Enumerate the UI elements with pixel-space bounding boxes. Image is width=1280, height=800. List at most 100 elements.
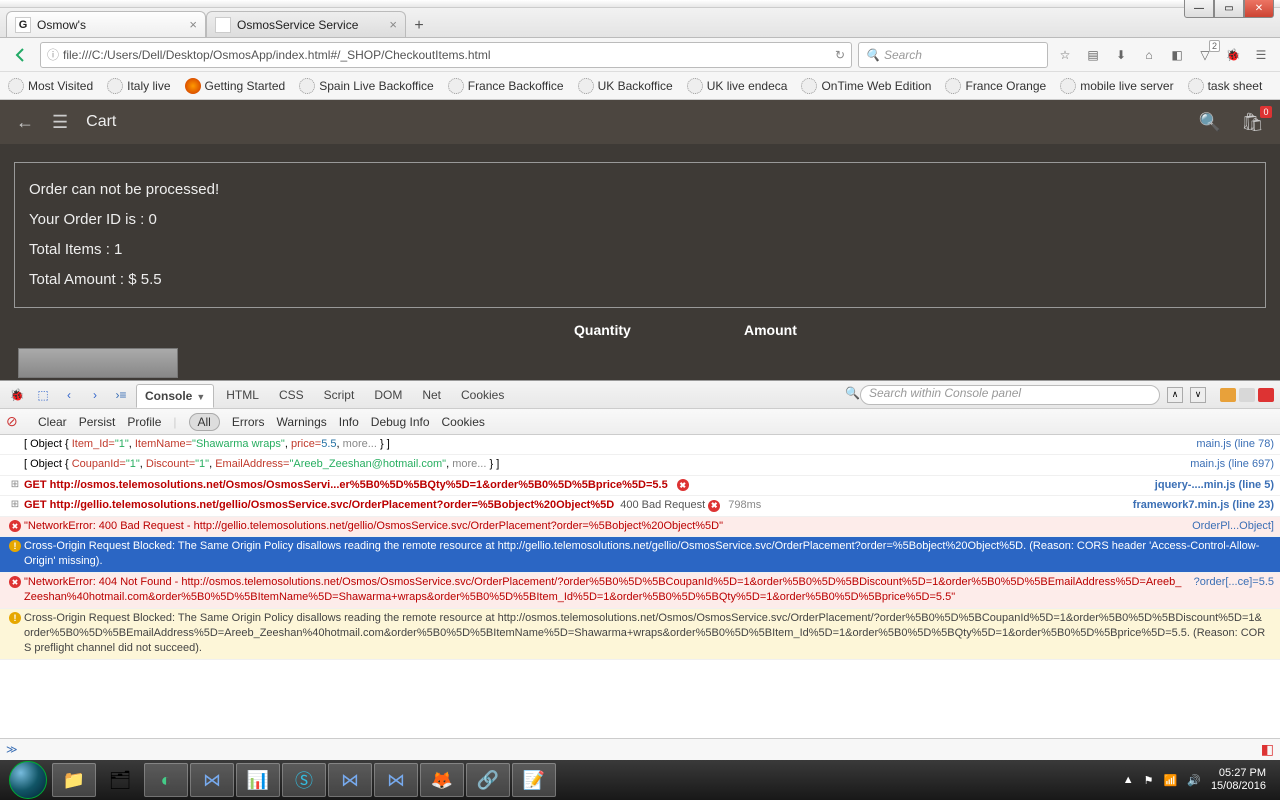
menu-icon[interactable]: ☰: [1250, 44, 1272, 66]
nav-back-icon[interactable]: ‹: [58, 384, 80, 406]
window-minimize-button[interactable]: —: [1184, 0, 1214, 18]
bookmark-item[interactable]: task sheet: [1188, 78, 1263, 94]
devtools-minimize-button[interactable]: [1220, 388, 1236, 402]
back-button[interactable]: [8, 42, 34, 68]
taskbar-app[interactable]: ⋈: [328, 763, 372, 797]
filter-warnings[interactable]: Warnings: [277, 415, 327, 429]
clear-button[interactable]: Clear: [38, 415, 67, 429]
taskbar-app[interactable]: 📊: [236, 763, 280, 797]
taskbar-clock[interactable]: 05:27 PM 15/08/2016: [1211, 767, 1266, 793]
chevron-down-icon[interactable]: ▼: [196, 392, 205, 402]
devtools-popout-button[interactable]: [1239, 388, 1255, 402]
taskbar-app[interactable]: 🔗: [466, 763, 510, 797]
taskbar-app[interactable]: ◐: [144, 763, 188, 797]
list-icon[interactable]: ☰: [52, 112, 68, 133]
log-source[interactable]: ?order[...ce]=5.5: [1194, 575, 1274, 590]
system-tray[interactable]: ▲ ⚑ 📶 🔊 05:27 PM 15/08/2016: [1123, 767, 1274, 793]
bookmark-item[interactable]: France Backoffice: [448, 78, 564, 94]
log-row-warning-selected[interactable]: Cross-Origin Request Blocked: The Same O…: [0, 537, 1280, 573]
window-close-button[interactable]: ✕: [1244, 0, 1274, 18]
devtools-tab-dom[interactable]: DOM: [366, 384, 410, 406]
command-icon[interactable]: ›≡: [110, 384, 132, 406]
taskbar-app[interactable]: 🗂: [98, 763, 142, 797]
search-prev-button[interactable]: ∧: [1167, 387, 1183, 403]
bookmark-item[interactable]: Italy live: [107, 78, 170, 94]
bookmark-item[interactable]: Spain Live Backoffice: [299, 78, 434, 94]
start-button[interactable]: [6, 763, 50, 797]
reload-icon[interactable]: ↻: [835, 48, 845, 62]
tray-arrow-icon[interactable]: ▲: [1123, 774, 1134, 786]
devtools-tab-script[interactable]: Script: [316, 384, 363, 406]
tab-close-icon[interactable]: ×: [189, 17, 197, 32]
browser-tab-active[interactable]: G Osmow's ×: [6, 11, 206, 37]
devtools-tab-html[interactable]: HTML: [218, 384, 267, 406]
bookmark-item[interactable]: Getting Started: [185, 78, 286, 94]
taskbar-app[interactable]: 📁: [52, 763, 96, 797]
log-source[interactable]: main.js (line 697): [1190, 457, 1274, 472]
bookmark-item[interactable]: UK Backoffice: [578, 78, 673, 94]
taskbar-app[interactable]: 🦊: [420, 763, 464, 797]
search-icon[interactable]: 🔍: [1199, 112, 1221, 133]
new-tab-button[interactable]: +: [406, 15, 432, 37]
filter-all[interactable]: All: [189, 413, 220, 431]
devtools-tab-net[interactable]: Net: [414, 384, 449, 406]
log-row-error[interactable]: ⊞ GET http://gellio.telemosolutions.net/…: [0, 496, 1280, 516]
filter-debug[interactable]: Debug Info: [371, 415, 430, 429]
profile-button[interactable]: Profile: [127, 415, 161, 429]
downloads-icon[interactable]: ⬇: [1110, 44, 1132, 66]
persist-button[interactable]: Persist: [79, 415, 116, 429]
browser-tab[interactable]: OsmosService Service ×: [206, 11, 406, 37]
log-source[interactable]: jquery-....min.js (line 5): [1155, 478, 1274, 493]
network-icon[interactable]: 📶: [1164, 774, 1178, 787]
pocket-icon[interactable]: ▽2: [1194, 44, 1216, 66]
reader-icon[interactable]: ▤: [1082, 44, 1104, 66]
bookmark-item[interactable]: France Orange: [945, 78, 1046, 94]
log-source[interactable]: framework7.min.js (line 23): [1133, 498, 1274, 513]
back-arrow-icon[interactable]: ←: [16, 112, 34, 133]
filter-cookies[interactable]: Cookies: [442, 415, 485, 429]
home-icon[interactable]: ⌂: [1138, 44, 1160, 66]
log-row-error[interactable]: "NetworkError: 404 Not Found - http://os…: [0, 573, 1280, 609]
log-source[interactable]: OrderPl...Object]: [1192, 519, 1274, 534]
devtools-search-input[interactable]: Search within Console panel: [860, 385, 1160, 405]
devtools-tab-console[interactable]: Console▼: [136, 384, 214, 408]
expand-icon[interactable]: ⊞: [11, 499, 19, 510]
devtools-close-button[interactable]: [1258, 388, 1274, 402]
log-row-error[interactable]: ⊞ GET http://osmos.telemosolutions.net/O…: [0, 476, 1280, 496]
cart-icon[interactable]: 🛍0: [1241, 112, 1264, 133]
console-input[interactable]: ≫ ◧: [0, 738, 1280, 760]
taskbar-app[interactable]: Ⓢ: [282, 763, 326, 797]
stop-icon[interactable]: ⊘: [6, 413, 26, 430]
action-center-icon[interactable]: ⚑: [1144, 774, 1154, 787]
bookmark-item[interactable]: UK live endeca: [687, 78, 788, 94]
search-next-button[interactable]: ∨: [1190, 387, 1206, 403]
feed-icon[interactable]: ◧: [1166, 44, 1188, 66]
taskbar-app[interactable]: 📝: [512, 763, 556, 797]
nav-forward-icon[interactable]: ›: [84, 384, 106, 406]
url-input[interactable]: ⓘ file:///C:/Users/Dell/Desktop/OsmosApp…: [40, 42, 852, 68]
log-row-error[interactable]: "NetworkError: 400 Bad Request - http://…: [0, 517, 1280, 537]
taskbar-app[interactable]: ⋈: [374, 763, 418, 797]
bookmark-item[interactable]: Most Visited: [8, 78, 93, 94]
window-maximize-button[interactable]: ▭: [1214, 0, 1244, 18]
firebug-icon[interactable]: 🐞: [1222, 44, 1244, 66]
inspect-icon[interactable]: ⬚: [32, 384, 54, 406]
bookmark-star-icon[interactable]: ☆: [1054, 44, 1076, 66]
tab-close-icon[interactable]: ×: [389, 17, 397, 32]
devtools-tab-css[interactable]: CSS: [271, 384, 312, 406]
volume-icon[interactable]: 🔊: [1187, 774, 1201, 787]
devtools-tab-cookies[interactable]: Cookies: [453, 384, 512, 406]
taskbar-app[interactable]: ⋈: [190, 763, 234, 797]
log-row[interactable]: [ Object { Item_Id="1", ItemName="Shawar…: [0, 435, 1280, 455]
filter-info[interactable]: Info: [339, 415, 359, 429]
bookmark-item[interactable]: OnTime Web Edition: [801, 78, 931, 94]
command-editor-icon[interactable]: ◧: [1261, 741, 1274, 758]
log-row[interactable]: [ Object { CoupanId="1", Discount="1", E…: [0, 455, 1280, 475]
log-source[interactable]: main.js (line 78): [1196, 437, 1274, 452]
info-icon[interactable]: ⓘ: [47, 46, 59, 63]
firebug-icon[interactable]: 🐞: [6, 384, 28, 406]
log-row-warning[interactable]: Cross-Origin Request Blocked: The Same O…: [0, 609, 1280, 660]
expand-icon[interactable]: ⊞: [11, 479, 19, 490]
bookmark-item[interactable]: mobile live server: [1060, 78, 1173, 94]
filter-errors[interactable]: Errors: [232, 415, 265, 429]
